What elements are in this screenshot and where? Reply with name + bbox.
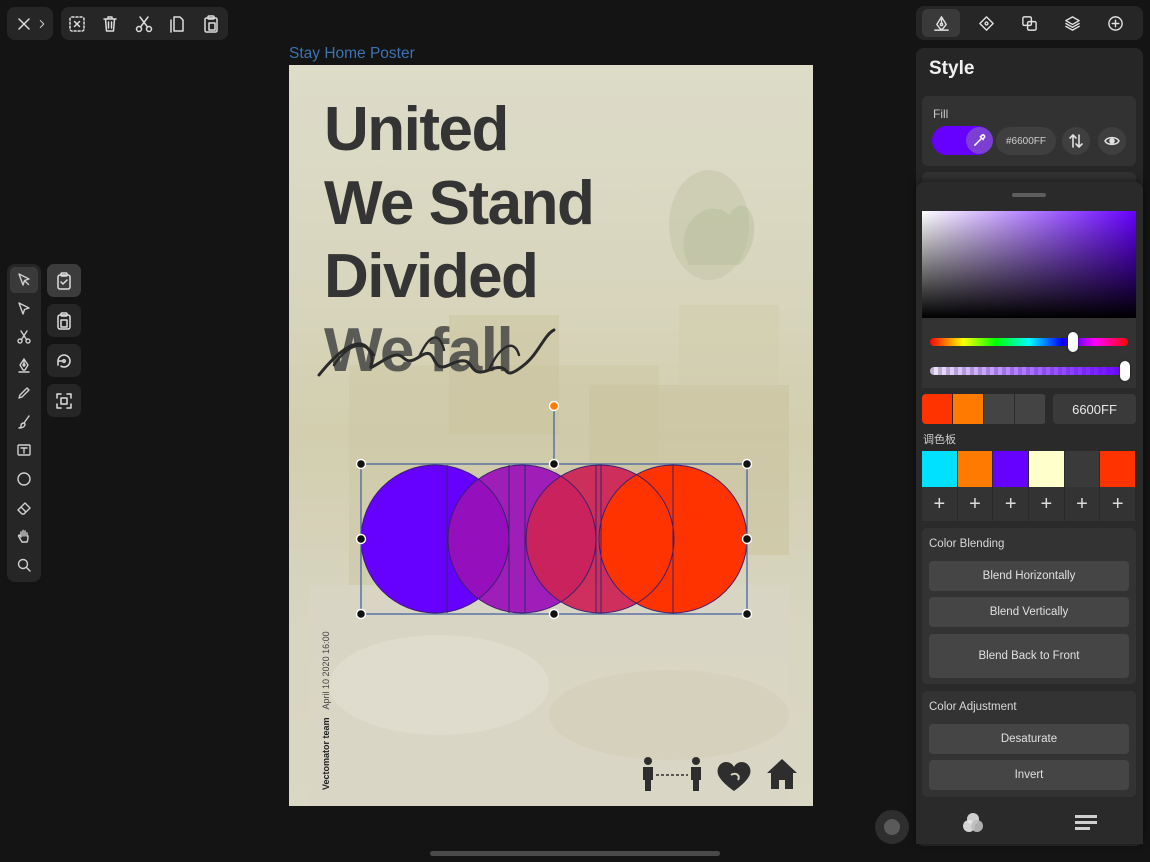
hue-slider[interactable] (930, 338, 1128, 346)
blend-vertically-button[interactable]: Blend Vertically (929, 597, 1129, 627)
color-modes-icon[interactable] (960, 812, 986, 834)
recent-color-swatch[interactable] (984, 394, 1015, 424)
style-tab-icon[interactable] (922, 9, 960, 37)
palette-add-row: + + + + + + (922, 487, 1137, 521)
paste-in-place-icon[interactable] (47, 304, 81, 337)
quick-action-button[interactable] (875, 810, 909, 844)
pencil-tool-icon[interactable] (10, 380, 38, 406)
hue-slider-knob[interactable] (1067, 332, 1078, 352)
sheet-grabber[interactable] (1012, 193, 1046, 197)
house-icon (767, 759, 797, 789)
close-menu-group (7, 7, 53, 40)
visibility-eye-icon[interactable] (1098, 127, 1126, 155)
document-title[interactable]: Stay Home Poster (289, 45, 415, 63)
add-swatch-button[interactable]: + (993, 487, 1030, 521)
recent-color-swatch[interactable] (922, 394, 953, 424)
path-ops-tab-icon[interactable] (1010, 9, 1048, 37)
saturation-value-area[interactable] (922, 211, 1136, 318)
arrange-tab-icon[interactable] (967, 9, 1005, 37)
clipboard-check-icon[interactable] (47, 264, 81, 297)
blend-circles[interactable] (289, 65, 813, 806)
palette-swatch[interactable] (1029, 451, 1065, 487)
ellipse-tool-icon[interactable] (10, 466, 38, 492)
eraser-tool-icon[interactable] (10, 495, 38, 521)
recent-color-swatch[interactable] (1015, 394, 1046, 424)
brush-tool-icon[interactable] (10, 409, 38, 435)
recent-color-swatch[interactable] (953, 394, 984, 424)
credit-name: Vectomator team (321, 717, 331, 790)
fill-hex-value[interactable]: #6600FF (996, 127, 1056, 155)
palette-label: 调色板 (923, 434, 956, 446)
deselect-icon[interactable] (63, 10, 91, 38)
select-tool-icon[interactable] (10, 267, 38, 293)
palette-swatch[interactable] (1100, 451, 1137, 487)
palette-swatch[interactable] (957, 451, 994, 487)
add-tab-icon[interactable] (1096, 9, 1134, 37)
desaturate-button[interactable]: Desaturate (929, 724, 1129, 754)
palette-swatch[interactable] (993, 451, 1030, 487)
add-swatch-button[interactable]: + (922, 487, 958, 521)
add-swatch-button[interactable]: + (958, 487, 994, 521)
paste-icon[interactable] (197, 10, 225, 38)
tools-toolbar (7, 264, 41, 582)
slider-area (922, 318, 1136, 388)
color-picker-sheet: 6600FF 调色板 + + + + + + Color Blending Blend H… (916, 182, 1143, 844)
recent-colors (922, 394, 1046, 424)
edit-toolbar (61, 7, 228, 40)
picker-bottom-bar (916, 802, 1143, 844)
color-adjustment-title: Color Adjustment (929, 701, 1017, 713)
chevron-right-icon[interactable] (33, 10, 51, 38)
opacity-slider[interactable] (930, 367, 1128, 375)
hex-input[interactable]: 6600FF (1053, 394, 1136, 424)
color-blending-title: Color Blending (929, 538, 1005, 550)
opacity-slider-knob[interactable] (1120, 361, 1130, 381)
rotate-icon[interactable] (47, 344, 81, 377)
add-swatch-button[interactable]: + (1029, 487, 1065, 521)
credit-text: Vectomator team April 10 2020 16:00 (321, 631, 331, 790)
direct-select-tool-icon[interactable] (10, 296, 38, 322)
social-distance-icon (643, 757, 701, 791)
add-swatch-button[interactable]: + (1065, 487, 1101, 521)
zoom-tool-icon[interactable] (10, 552, 38, 578)
scissors-icon[interactable] (130, 10, 158, 38)
color-blending-section: Color Blending Blend Horizontally Blend … (922, 528, 1136, 684)
palette-swatches (922, 451, 1137, 487)
fit-screen-icon[interactable] (47, 384, 81, 417)
palette-swatch[interactable] (1064, 451, 1101, 487)
eyedropper-icon[interactable] (966, 127, 993, 154)
panel-title: Style (929, 58, 975, 79)
list-view-icon[interactable] (1073, 812, 1099, 834)
trash-icon[interactable] (96, 10, 124, 38)
color-adjustment-section: Color Adjustment Desaturate Invert (922, 691, 1136, 797)
invert-button[interactable]: Invert (929, 760, 1129, 790)
fill-label: Fill (933, 107, 949, 121)
fill-section: Fill #6600FF (922, 96, 1136, 166)
app-window: Stay Home Poster United We Stand Divided… (0, 0, 1150, 862)
layers-tab-icon[interactable] (1053, 9, 1091, 37)
hand-tool-icon[interactable] (10, 523, 38, 549)
pen-tool-icon[interactable] (10, 352, 38, 378)
heart-hand-icon (717, 761, 751, 791)
credit-date: April 10 2020 16:00 (321, 631, 331, 710)
copy-icon[interactable] (163, 10, 191, 38)
blend-back-to-front-button[interactable]: Blend Back to Front (929, 634, 1129, 678)
home-indicator (430, 851, 720, 856)
text-tool-icon[interactable] (10, 437, 38, 463)
swap-arrows-icon[interactable] (1062, 127, 1090, 155)
artboard-canvas[interactable]: United We Stand Divided We fall Vectomat… (289, 65, 813, 806)
scissors-tool-icon[interactable] (10, 324, 38, 350)
add-swatch-button[interactable]: + (1100, 487, 1137, 521)
palette-swatch[interactable] (922, 451, 958, 487)
panel-tab-bar (916, 6, 1143, 40)
blend-horizontally-button[interactable]: Blend Horizontally (929, 561, 1129, 591)
footer-icons (643, 757, 797, 791)
